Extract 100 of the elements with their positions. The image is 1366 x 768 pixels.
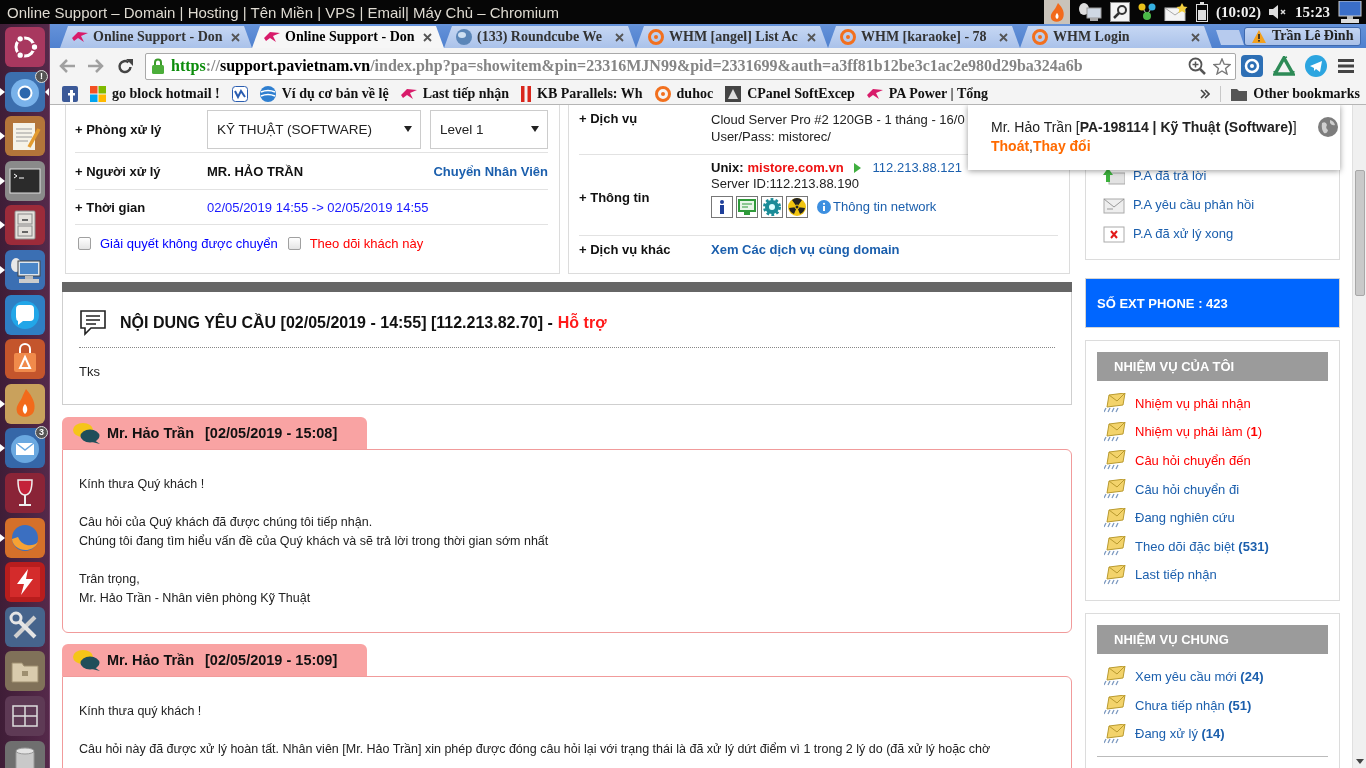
lightning-icon[interactable] [5,562,45,603]
bookmark-folder[interactable]: Other bookmarks [1225,84,1366,104]
cabinet-icon[interactable] [5,205,45,246]
checkbox[interactable] [78,237,91,250]
reload-icon[interactable] [116,58,133,74]
address-field[interactable]: https://support.pavietnam.vn/index.php?pa=showitem&pin=23316MJN99&pid=2331699&auth=a3ff81b12be3c1ac2e980d29ba324a6b [145,52,1236,80]
bookmark-item[interactable]: Ví dụ cơ bản về lệ [253,84,395,104]
play-icon[interactable] [853,163,861,173]
task-link[interactable]: Đang nghiên cứu [1097,503,1328,532]
browser-tab[interactable]: WHM [angel] List Ac [636,26,828,48]
tool-button[interactable] [711,196,733,218]
service-text: User/Pass: mistorec/ [711,128,832,145]
field-label: + Thời gian [75,199,147,215]
bookmark-item[interactable]: PA Power | Tổng [860,84,994,104]
task-link[interactable]: Câu hỏi chuyển đến [1097,446,1328,475]
globe-icon[interactable] [5,517,45,558]
envelope-icon[interactable] [1164,3,1188,21]
folder-icon[interactable] [5,651,45,692]
browser-tab[interactable]: (133) Roundcube We [444,26,636,48]
task-link[interactable]: Xem yêu cầu mới (24) [1097,662,1328,691]
field-label: + Phòng xử lý [75,121,163,137]
bookmark-item[interactable]: Last tiếp nhận [394,84,516,104]
logo-icon [264,29,280,45]
browser-tab[interactable]: Online Support - Don [252,26,444,48]
task-group-header: NHIỆM VỤ CHUNG [1097,625,1328,655]
lock-icon [152,58,164,74]
reply-author: Mr. Hảo Trần [107,425,195,441]
browser-tab[interactable]: WHM [karaoke] - 78 [828,26,1020,48]
shopping-bag-icon[interactable] [5,339,45,380]
grid-icon[interactable] [5,695,45,736]
network-icon[interactable] [1078,2,1102,22]
tool-button[interactable] [786,196,808,218]
close-icon[interactable] [807,32,816,42]
zoom-in-icon[interactable] [1188,57,1206,75]
option-label: Theo dõi khách này [309,236,424,251]
task-link[interactable]: Nhiệm vụ phải làm (1) [1097,417,1328,447]
bookmark-item[interactable]: CPanel SoftExcep [719,84,861,104]
checkbox[interactable] [287,237,301,250]
notification-badge: 3 [35,426,48,440]
menu-icon[interactable] [1338,59,1354,73]
trash-icon[interactable] [5,740,45,768]
ring-icon[interactable] [1241,55,1263,77]
terminal-icon[interactable] [5,160,45,201]
transfer-staff-link[interactable]: Chuyển Nhân Viên [433,163,548,179]
time-range-text: 02/05/2019 14:55 -> 02/05/2019 14:55 [207,199,429,215]
bookmark-star-icon[interactable] [1213,57,1231,75]
status-link[interactable]: P.A đã xử lý xong [1103,219,1339,248]
task-link[interactable]: Câu hỏi chuyển đi [1097,474,1328,504]
bookmark-item[interactable]: KB Parallels: Wh [515,84,649,104]
chevron-icon[interactable] [1200,89,1211,99]
browser-tab[interactable]: WHM Login [1020,26,1212,48]
task-link[interactable]: Theo dõi đặc biệt (531) [1097,531,1328,561]
network-info-link[interactable]: Thông tin network [817,199,937,215]
computer-icon[interactable] [1338,1,1362,23]
reply-paragraph: Kính thưa quý khách ! [79,703,203,720]
bookmark-item[interactable]: duhoc [648,84,720,104]
chat-bubble-icon[interactable] [5,294,45,335]
task-link[interactable]: Đang xử lý (14) [1097,719,1328,748]
close-icon[interactable] [423,32,432,42]
task-link[interactable]: Nhiệm vụ phải nhận [1097,389,1328,418]
close-icon[interactable] [231,32,240,42]
status-link[interactable]: P.A đã trả lời [1103,161,1339,190]
request-text: Tks [79,363,101,381]
server-id-text: Server ID:112.213.88.190 [711,176,860,192]
wine-glass-icon[interactable] [5,472,45,513]
recycle-icon[interactable] [1273,55,1295,77]
volume-icon[interactable] [1269,4,1287,20]
related-services-link[interactable]: Xem Các dịch vụ cùng domain [711,241,900,257]
task-link[interactable]: Chưa tiếp nhận (51) [1097,690,1328,720]
battery-icon[interactable] [1196,2,1208,22]
magnifier-icon[interactable] [1110,2,1130,22]
scrollbar-thumb[interactable] [1354,170,1365,296]
level-select[interactable]: Level 1 [430,109,548,149]
ip-link[interactable]: 112.213.88.121 [872,160,962,176]
profile-button[interactable]: Trần Lê Đình [1244,26,1362,46]
tools-icon[interactable] [5,606,45,647]
domain-link[interactable]: mistore.com.vn [747,160,844,176]
scrollbar[interactable] [1352,105,1366,768]
flame-icon[interactable] [5,383,45,424]
task-link[interactable]: Last tiếp nhận [1097,560,1328,590]
paper-plane-icon[interactable] [1305,55,1327,77]
clock-text[interactable]: 15:23 [1295,3,1330,21]
envelope-icon [1104,564,1126,585]
bookmark-item[interactable]: go block hotmail ! [84,84,226,104]
envelope-icon [1103,195,1125,214]
caret-icon [531,126,539,132]
close-icon[interactable] [615,32,624,42]
ring-logo-icon[interactable] [5,27,45,67]
status-link[interactable]: P.A yêu cầu phản hồi [1103,190,1339,219]
notepad-icon[interactable] [5,116,45,157]
scroll-down-icon[interactable] [1355,759,1364,764]
close-icon[interactable] [999,32,1008,42]
close-icon[interactable] [1191,32,1200,42]
department-select[interactable]: KỸ THUẬT (SOFTWARE) [207,109,421,149]
browser-tab[interactable]: Online Support - Don [60,26,252,48]
field-label: + Người xử lý [75,163,162,179]
nodes-icon[interactable] [1138,3,1156,21]
sphere-icon [456,29,472,45]
envelope-icon[interactable] [5,428,45,469]
monitor-icon[interactable] [5,249,45,290]
